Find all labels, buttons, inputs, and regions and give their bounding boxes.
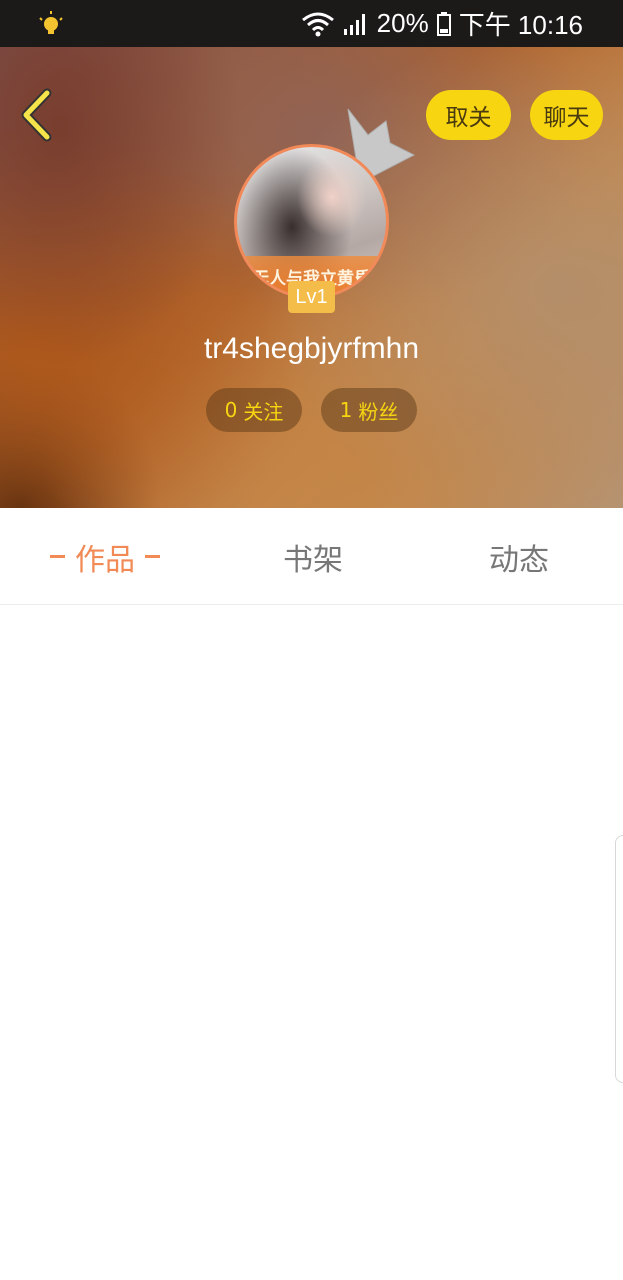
works-content-area xyxy=(0,606,623,1280)
fans-label: 粉丝 xyxy=(358,399,399,424)
battery-percent: 20% xyxy=(376,8,429,38)
level-badge: Lv1 xyxy=(288,281,335,313)
fans-count: 1 xyxy=(339,398,353,422)
tab-activity[interactable]: 动态 xyxy=(434,508,604,605)
active-tab-dash-right xyxy=(145,555,160,558)
battery-icon xyxy=(436,11,451,36)
tab-activity-label: 动态 xyxy=(489,542,549,578)
wifi-icon xyxy=(301,12,334,36)
fans-count-chip[interactable]: 1 粉丝 xyxy=(321,388,417,432)
tab-works-label: 作品 xyxy=(75,542,135,578)
notification-bulb-icon xyxy=(39,11,63,34)
side-drawer-handle[interactable] xyxy=(615,835,623,1083)
following-label: 关注 xyxy=(243,399,284,424)
status-right-group: 20% 下午 10:16 xyxy=(301,0,583,47)
signal-icon xyxy=(343,13,365,35)
unfollow-button[interactable]: 取关 xyxy=(426,90,511,140)
username: tr4shegbjyrfmhn xyxy=(203,332,420,365)
active-tab-dash-left xyxy=(50,555,65,558)
profile-header: 取关 聊天 无人与我立黄昏 Lv1 tr4shegbjyrfmhn 0 关注 1… xyxy=(0,47,623,508)
tab-bookshelf-label: 书架 xyxy=(283,542,343,578)
following-count: 0 xyxy=(224,398,238,422)
chevron-left-icon[interactable] xyxy=(14,87,64,143)
clock: 下午 10:16 xyxy=(458,10,583,40)
tab-bookshelf[interactable]: 书架 xyxy=(228,508,398,605)
status-bar: 20% 下午 10:16 xyxy=(0,0,623,47)
chat-button[interactable]: 聊天 xyxy=(530,90,603,140)
profile-tabs: 作品 书架 动态 xyxy=(0,508,623,605)
avatar[interactable]: 无人与我立黄昏 xyxy=(234,144,389,299)
tab-works[interactable]: 作品 xyxy=(20,508,190,605)
following-count-chip[interactable]: 0 关注 xyxy=(206,388,302,432)
